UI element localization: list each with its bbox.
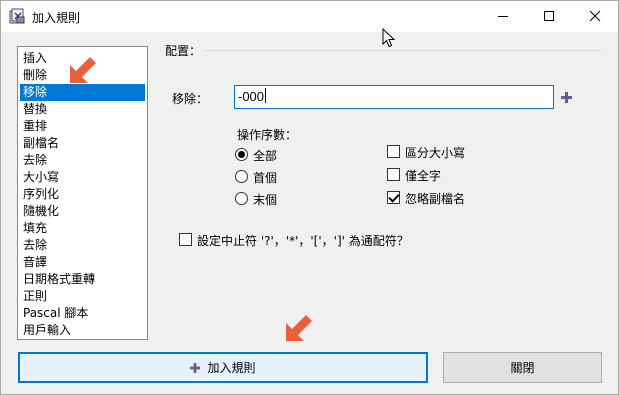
annotation-arrow-icon bbox=[70, 57, 96, 83]
rule-item-rearrange[interactable]: 重排 bbox=[20, 118, 145, 135]
dialog-body: 插入 刪除 移除 替換 重排 副檔名 去除 大小寫 序列化 隨機化 填充 去除 … bbox=[1, 32, 618, 394]
rule-item-clean-up[interactable]: 去除 bbox=[20, 237, 145, 254]
config-group-label: 配置： bbox=[162, 42, 205, 59]
mouse-cursor-icon bbox=[382, 28, 396, 48]
radio-all[interactable] bbox=[235, 148, 248, 161]
add-rule-dialog: 加入規則 插入 刪除 移除 替換 重排 副檔名 去除 大小寫 序列化 隨機化 填… bbox=[0, 0, 619, 395]
close-button-label: 關閉 bbox=[510, 361, 535, 375]
rule-item-strip[interactable]: 去除 bbox=[20, 152, 145, 169]
plus-icon bbox=[190, 362, 201, 373]
whole-words-label[interactable]: 僅全字 bbox=[405, 167, 441, 184]
text-caret bbox=[265, 88, 267, 103]
rule-item-reformat-date[interactable]: 日期格式重轉 bbox=[20, 271, 145, 288]
remove-label: 移除： bbox=[172, 92, 209, 106]
rule-item-remove[interactable]: 移除 bbox=[20, 84, 145, 101]
rule-list[interactable]: 插入 刪除 移除 替換 重排 副檔名 去除 大小寫 序列化 隨機化 填充 去除 … bbox=[17, 46, 148, 340]
rule-item-randomize[interactable]: 隨機化 bbox=[20, 203, 145, 220]
radio-all-label[interactable]: 全部 bbox=[253, 147, 277, 164]
title-bar[interactable]: 加入規則 bbox=[1, 1, 618, 32]
window-title: 加入規則 bbox=[32, 11, 81, 25]
case-sensitive-checkbox[interactable] bbox=[387, 145, 400, 158]
skip-extension-label[interactable]: 忽略副檔名 bbox=[405, 190, 465, 207]
remove-input-value: -000 bbox=[238, 89, 265, 104]
rule-item-transliterate[interactable]: 音譯 bbox=[20, 254, 145, 271]
rule-item-replace[interactable]: 替換 bbox=[20, 101, 145, 118]
rule-item-case[interactable]: 大小寫 bbox=[20, 169, 145, 186]
maximize-icon bbox=[544, 11, 554, 21]
remove-text-input[interactable]: -000 bbox=[234, 85, 554, 109]
close-button[interactable]: 關閉 bbox=[443, 352, 602, 383]
close-window-button[interactable] bbox=[572, 1, 618, 31]
case-sensitive-label[interactable]: 區分大小寫 bbox=[405, 144, 465, 161]
rule-item-extension[interactable]: 副檔名 bbox=[20, 135, 145, 152]
group-divider bbox=[160, 50, 602, 51]
rule-item-pascal-script[interactable]: Pascal 腳本 bbox=[20, 305, 145, 322]
radio-first[interactable] bbox=[235, 170, 248, 183]
rule-item-regex[interactable]: 正則 bbox=[20, 288, 145, 305]
plus-icon[interactable] bbox=[561, 92, 572, 103]
occurrence-label: 操作序數： bbox=[237, 128, 298, 142]
skip-extension-checkbox[interactable] bbox=[387, 191, 400, 204]
radio-first-label[interactable]: 首個 bbox=[253, 169, 277, 186]
wildcards-checkbox[interactable] bbox=[179, 233, 192, 246]
minimize-button[interactable] bbox=[480, 1, 526, 31]
radio-last[interactable] bbox=[235, 192, 248, 205]
annotation-arrow-icon bbox=[286, 315, 312, 341]
minimize-icon bbox=[498, 16, 508, 17]
wildcards-label[interactable]: 設定中止符 '?'，'*'，'['，']' 為通配符？ bbox=[197, 232, 409, 249]
rule-item-padding[interactable]: 填充 bbox=[20, 220, 145, 237]
maximize-button[interactable] bbox=[526, 1, 572, 31]
whole-words-checkbox[interactable] bbox=[387, 168, 400, 181]
radio-last-label[interactable]: 末個 bbox=[253, 191, 277, 208]
add-rule-button[interactable]: 加入規則 bbox=[18, 352, 428, 383]
rule-item-user-input[interactable]: 用戶輸入 bbox=[20, 322, 145, 339]
rule-item-serialize[interactable]: 序列化 bbox=[20, 186, 145, 203]
add-rule-button-label: 加入規則 bbox=[207, 361, 256, 375]
app-settings-icon bbox=[9, 8, 25, 24]
close-icon bbox=[589, 10, 601, 22]
